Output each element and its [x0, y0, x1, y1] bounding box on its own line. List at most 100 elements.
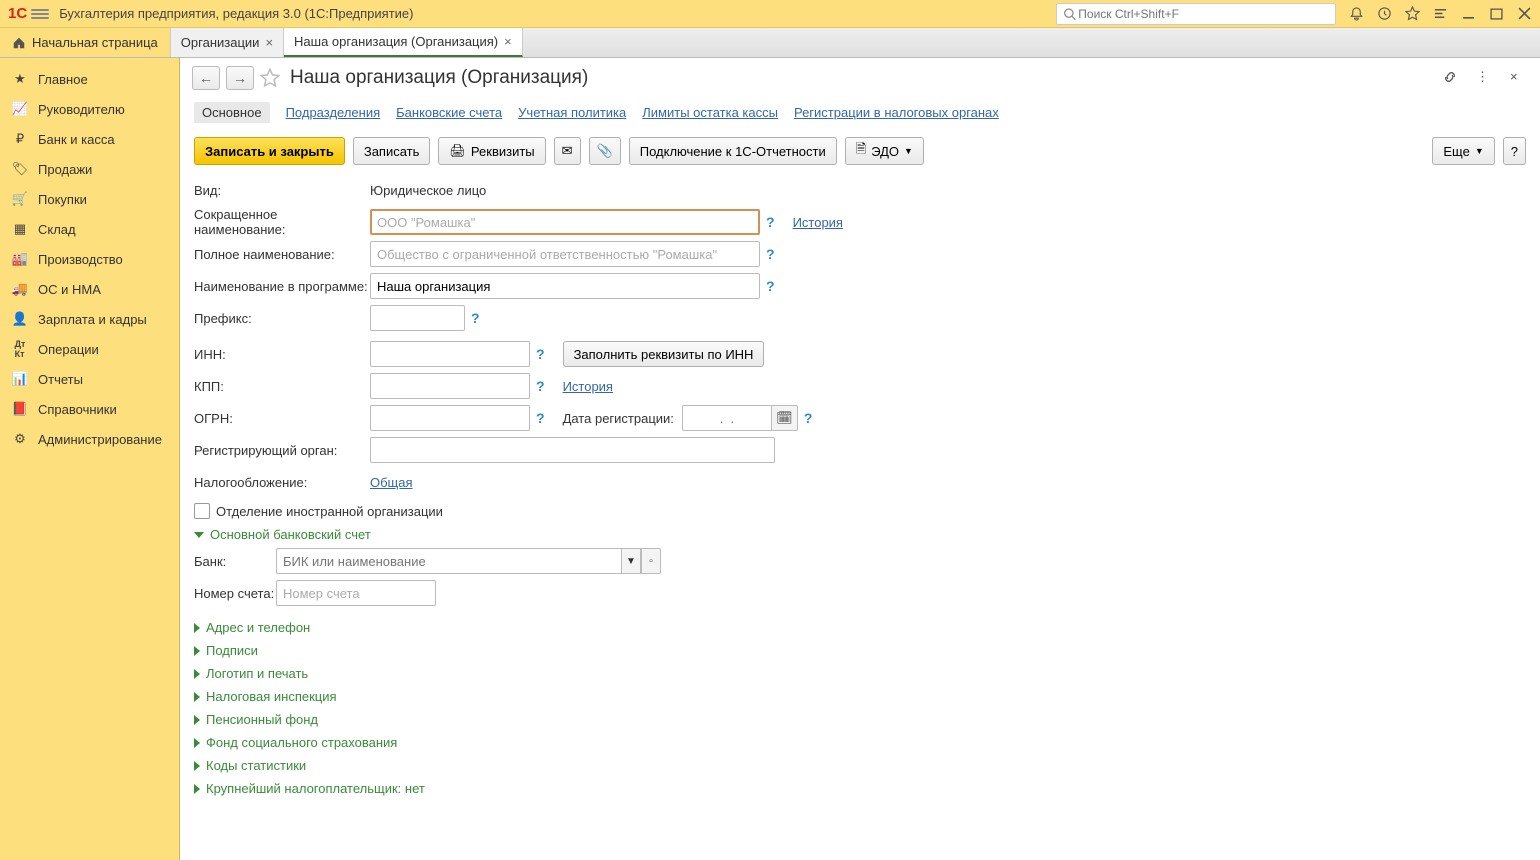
section-signatures[interactable]: Подписи — [194, 639, 1526, 662]
sidebar-item-sales[interactable]: 🏷Продажи — [0, 154, 179, 184]
save-close-button[interactable]: Записать и закрыть — [194, 137, 345, 165]
help-icon[interactable]: ? — [536, 378, 545, 394]
maximize-icon[interactable] — [1488, 6, 1504, 22]
tab-label: Организации — [181, 35, 260, 50]
attach-button[interactable]: 📎 — [589, 137, 621, 165]
kebab-icon[interactable]: ⋮ — [1476, 69, 1494, 87]
help-button[interactable]: ? — [1503, 137, 1526, 165]
sidebar-item-main[interactable]: ★Главное — [0, 64, 179, 94]
calendar-button[interactable]: 🗓 — [772, 405, 798, 431]
help-icon[interactable]: ? — [536, 410, 545, 426]
fill-by-inn-button[interactable]: Заполнить реквизиты по ИНН — [563, 341, 765, 367]
gear-icon: ⚙ — [12, 431, 28, 447]
account-input[interactable] — [276, 580, 436, 606]
mail-button[interactable]: ✉ — [554, 137, 581, 165]
help-icon[interactable]: ? — [471, 310, 480, 326]
nav-forward-button[interactable]: → — [226, 66, 254, 90]
section-logo[interactable]: Логотип и печать — [194, 662, 1526, 685]
more-button[interactable]: Еще▼ — [1432, 137, 1494, 165]
sidebar-item-purchases[interactable]: 🛒Покупки — [0, 184, 179, 214]
home-tab[interactable]: Начальная страница — [0, 28, 171, 57]
search-input[interactable] — [1076, 6, 1329, 22]
kpp-history-link[interactable]: История — [563, 379, 613, 394]
sidebar-item-warehouse[interactable]: ▦Склад — [0, 214, 179, 244]
reg-date-input[interactable] — [682, 405, 772, 431]
tab-our-organization[interactable]: Наша организация (Организация) × — [284, 28, 523, 57]
prog-name-label: Наименование в программе: — [194, 279, 370, 294]
section-bank-account[interactable]: Основной банковский счет — [194, 523, 1526, 546]
subtab-cash-limits[interactable]: Лимиты остатка кассы — [642, 105, 778, 120]
sidebar-item-label: Покупки — [38, 192, 87, 207]
prefix-input[interactable] — [370, 305, 465, 331]
nav-back-button[interactable]: ← — [192, 66, 220, 90]
bank-dropdown-button[interactable]: ▼ — [621, 548, 641, 574]
short-name-history-link[interactable]: История — [793, 215, 843, 230]
connect-1c-button[interactable]: Подключение к 1С-Отчетности — [629, 137, 837, 165]
link-icon[interactable] — [1442, 69, 1460, 87]
kind-value: Юридическое лицо — [370, 183, 486, 198]
tax-value-link[interactable]: Общая — [370, 475, 413, 490]
inn-input[interactable] — [370, 341, 530, 367]
sidebar-item-label: Зарплата и кадры — [38, 312, 147, 327]
tab-close-icon[interactable]: × — [504, 34, 512, 49]
calendar-icon: 🗓 — [776, 410, 793, 426]
full-name-input[interactable] — [370, 241, 760, 267]
reg-body-input[interactable] — [370, 437, 775, 463]
global-search[interactable] — [1056, 3, 1336, 25]
section-stat-codes[interactable]: Коды статистики — [194, 754, 1526, 777]
panel-close-icon[interactable]: × — [1510, 69, 1528, 87]
close-icon[interactable] — [1516, 6, 1532, 22]
subtab-bank-accounts[interactable]: Банковские счета — [396, 105, 502, 120]
edo-button[interactable]: 🗎ЭДО▼ — [845, 137, 924, 165]
sidebar-item-admin[interactable]: ⚙Администрирование — [0, 424, 179, 454]
toolbar: Записать и закрыть Записать 🖨Реквизиты ✉… — [180, 131, 1540, 175]
sidebar: ★Главное 📈Руководителю ₽Банк и касса 🏷Пр… — [0, 58, 180, 860]
sidebar-item-label: Производство — [38, 252, 123, 267]
subtab-divisions[interactable]: Подразделения — [286, 105, 381, 120]
help-icon[interactable]: ? — [766, 246, 775, 262]
inn-label: ИНН: — [194, 347, 370, 362]
short-name-input[interactable] — [370, 209, 760, 235]
section-tax-inspection[interactable]: Налоговая инспекция — [194, 685, 1526, 708]
bank-open-button[interactable]: ▫ — [641, 548, 661, 574]
ruble-icon: ₽ — [12, 131, 28, 147]
save-button[interactable]: Записать — [353, 137, 431, 165]
help-icon[interactable]: ? — [804, 410, 813, 426]
subtab-accounting-policy[interactable]: Учетная политика — [518, 105, 626, 120]
section-pension-fund[interactable]: Пенсионный фонд — [194, 708, 1526, 731]
hamburger-icon[interactable] — [31, 5, 49, 23]
menu-icon[interactable] — [1432, 6, 1448, 22]
section-social-insurance[interactable]: Фонд социального страхования — [194, 731, 1526, 754]
section-largest-taxpayer[interactable]: Крупнейший налогоплательщик: нет — [194, 777, 1526, 800]
help-icon[interactable]: ? — [766, 278, 775, 294]
star-icon[interactable] — [1404, 6, 1420, 22]
sidebar-item-reports[interactable]: 📊Отчеты — [0, 364, 179, 394]
prog-name-input[interactable] — [370, 273, 760, 299]
foreign-branch-row: Отделение иностранной организации — [194, 499, 1526, 523]
tab-organizations[interactable]: Организации × — [171, 28, 284, 57]
ogrn-input[interactable] — [370, 405, 530, 431]
bell-icon[interactable] — [1348, 6, 1364, 22]
help-icon[interactable]: ? — [766, 214, 775, 230]
kpp-input[interactable] — [370, 373, 530, 399]
subtab-main[interactable]: Основное — [194, 102, 270, 123]
favorite-star-icon[interactable] — [260, 68, 280, 88]
sidebar-item-bank[interactable]: ₽Банк и касса — [0, 124, 179, 154]
mail-icon: ✉ — [562, 143, 573, 159]
help-icon[interactable]: ? — [536, 346, 545, 362]
sidebar-item-manager[interactable]: 📈Руководителю — [0, 94, 179, 124]
foreign-branch-label: Отделение иностранной организации — [216, 504, 443, 519]
sidebar-item-directories[interactable]: 📕Справочники — [0, 394, 179, 424]
sidebar-item-salary[interactable]: 👤Зарплата и кадры — [0, 304, 179, 334]
history-icon[interactable] — [1376, 6, 1392, 22]
foreign-branch-checkbox[interactable] — [194, 503, 210, 519]
subtab-tax-registrations[interactable]: Регистрации в налоговых органах — [794, 105, 999, 120]
tab-close-icon[interactable]: × — [265, 35, 273, 50]
sidebar-item-assets[interactable]: 🚚ОС и НМА — [0, 274, 179, 304]
sidebar-item-production[interactable]: 🏭Производство — [0, 244, 179, 274]
details-button[interactable]: 🖨Реквизиты — [438, 137, 545, 165]
section-address[interactable]: Адрес и телефон — [194, 616, 1526, 639]
bank-input[interactable] — [276, 548, 621, 574]
sidebar-item-operations[interactable]: ДтКтОперации — [0, 334, 179, 364]
minimize-icon[interactable] — [1460, 6, 1476, 22]
